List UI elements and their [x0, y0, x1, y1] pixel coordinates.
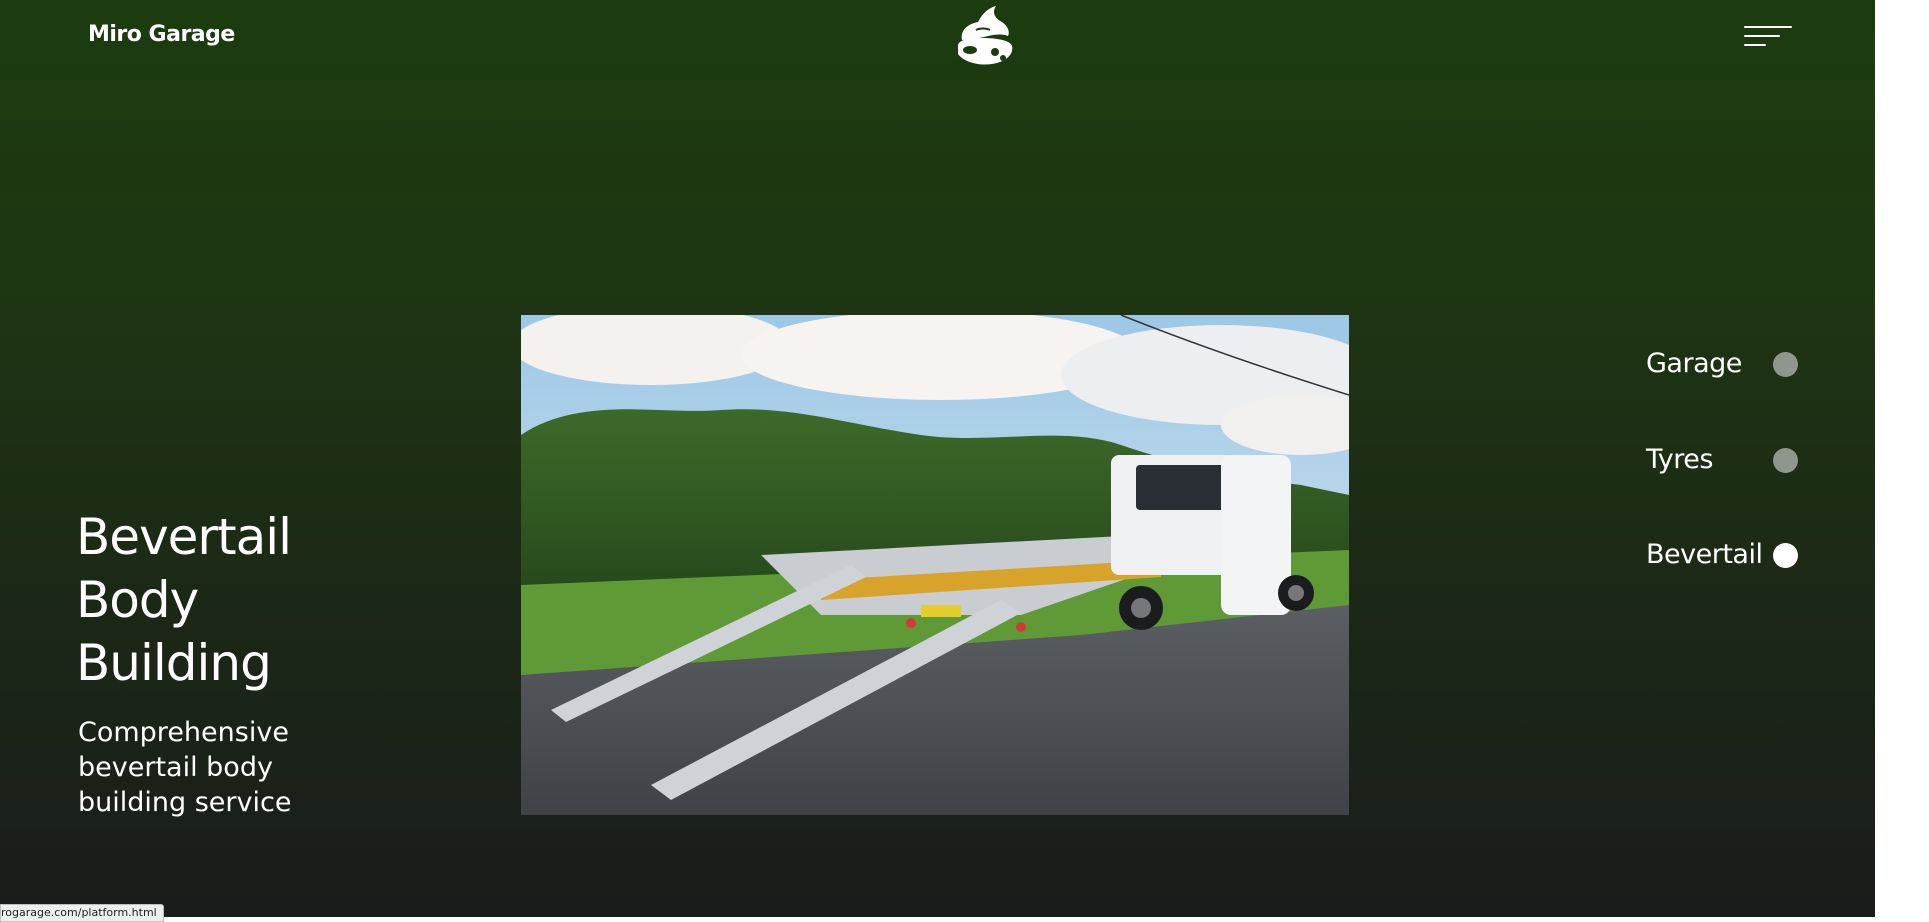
hero-title-line: Body: [76, 571, 199, 629]
nav-dot-icon: [1773, 448, 1798, 473]
page: Miro Garage Bevertail Body Building Comp…: [0, 0, 1875, 917]
menu-line-bottom: [1744, 44, 1766, 46]
nav-dot-icon: [1773, 352, 1798, 377]
side-nav-label: Garage: [1646, 348, 1742, 379]
garage-logo-icon[interactable]: [948, 0, 1016, 68]
hero-title-line: Bevertail: [76, 508, 292, 566]
hero-title-line: Building: [76, 634, 272, 692]
side-nav-label: Bevertail: [1646, 539, 1763, 570]
menu-line-middle: [1744, 35, 1780, 37]
hero-subtitle-line: bevertail body: [78, 752, 273, 783]
nav-dot-active-icon: [1773, 543, 1798, 568]
side-nav-label: Tyres: [1646, 444, 1713, 475]
hero-subtitle: Comprehensive bevertail body building se…: [78, 715, 318, 820]
hamburger-menu-button[interactable]: [1744, 22, 1792, 52]
status-bar-url: rogarage.com/platform.html: [0, 904, 164, 922]
menu-line-top: [1744, 26, 1792, 28]
side-nav-item-tyres[interactable]: Tyres: [1646, 440, 1806, 480]
brand-name[interactable]: Miro Garage: [88, 22, 235, 47]
hero-subtitle-line: building service: [78, 787, 292, 818]
hero-title: Bevertail Body Building: [76, 506, 396, 695]
recovery-truck-image: [521, 315, 1349, 815]
side-nav-item-garage[interactable]: Garage: [1646, 344, 1806, 384]
side-nav-item-bevertail[interactable]: Bevertail: [1646, 535, 1806, 575]
hero-subtitle-line: Comprehensive: [78, 717, 289, 748]
